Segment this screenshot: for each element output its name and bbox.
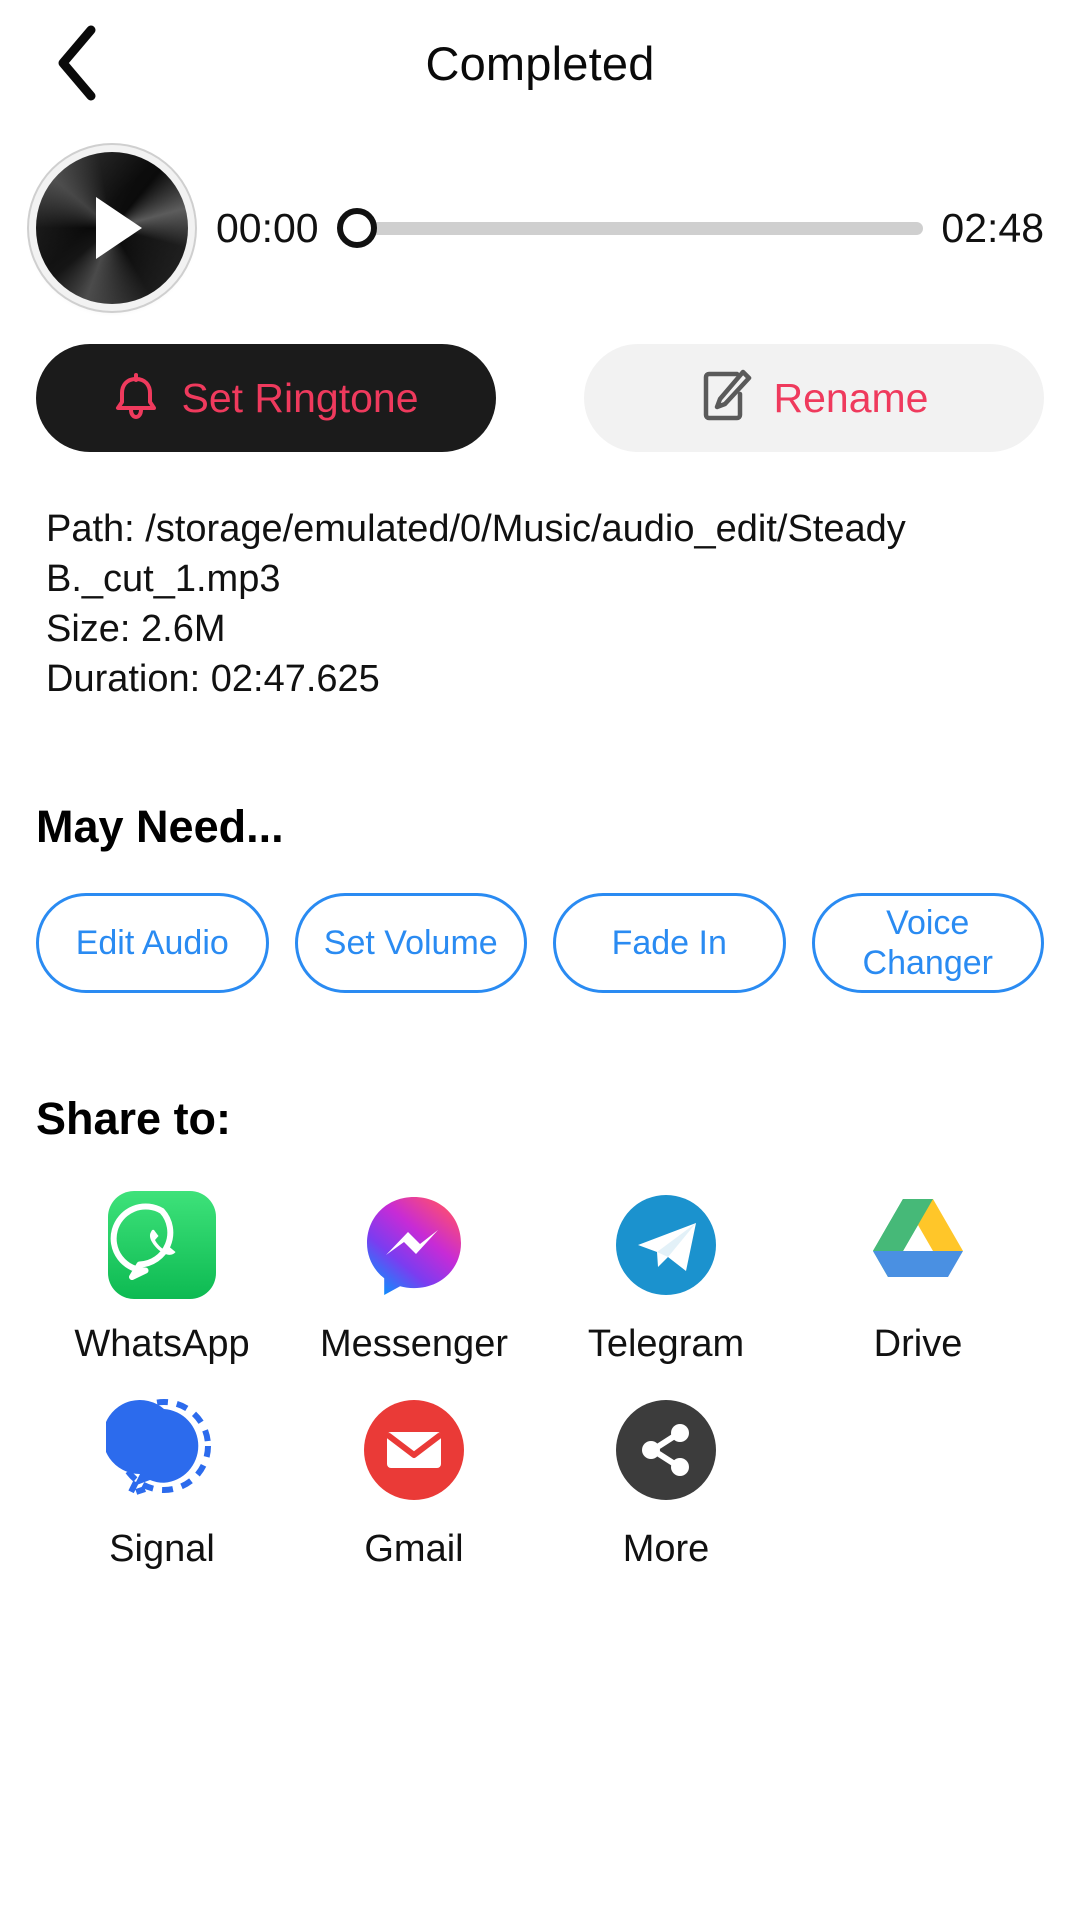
share-label: Signal	[109, 1527, 215, 1570]
seek-bar[interactable]	[336, 203, 924, 253]
app-header: Completed	[0, 0, 1080, 126]
share-label: Drive	[873, 1322, 963, 1365]
chip-label: Edit Audio	[75, 923, 229, 962]
play-button[interactable]	[36, 152, 188, 304]
chip-edit-audio[interactable]: Edit Audio	[36, 892, 269, 993]
current-time-label: 00:00	[216, 204, 319, 251]
signal-icon	[104, 1392, 220, 1508]
share-label: More	[622, 1527, 710, 1570]
seek-track[interactable]	[370, 221, 924, 235]
share-label: WhatsApp	[74, 1322, 250, 1365]
share-target-grid: WhatsApp Messenger Telegram Drive Signal…	[0, 1187, 1080, 1571]
set-ringtone-button[interactable]: Set Ringtone	[36, 344, 496, 452]
edit-pencil-icon	[700, 368, 752, 429]
play-icon	[96, 197, 142, 259]
file-info-block: Path: /storage/emulated/0/Music/audio_ed…	[0, 504, 1080, 705]
share-item-messenger[interactable]: Messenger	[288, 1187, 540, 1366]
page-title: Completed	[425, 36, 655, 90]
file-duration: Duration: 02:47.625	[46, 658, 380, 701]
messenger-icon	[356, 1187, 472, 1303]
whatsapp-icon	[104, 1187, 220, 1303]
share-item-drive[interactable]: Drive	[792, 1187, 1044, 1366]
chip-set-volume[interactable]: Set Volume	[294, 892, 527, 993]
share-label: Messenger	[320, 1322, 508, 1365]
share-item-signal[interactable]: Signal	[36, 1392, 288, 1571]
bell-icon	[113, 370, 159, 427]
chip-label: Voice Changer	[862, 903, 993, 982]
gmail-icon	[356, 1392, 472, 1508]
share-to-title: Share to:	[36, 1092, 232, 1144]
seek-thumb[interactable]	[336, 208, 377, 248]
file-path-line-1: Path: /storage/emulated/0/Music/audio_ed…	[46, 508, 906, 550]
google-drive-icon	[860, 1187, 976, 1303]
share-item-telegram[interactable]: Telegram	[540, 1187, 792, 1366]
share-label: Gmail	[364, 1527, 464, 1570]
chip-fade-in[interactable]: Fade In	[553, 892, 786, 993]
may-need-title: May Need...	[36, 800, 284, 852]
chevron-left-icon	[51, 24, 103, 102]
share-nodes-icon	[608, 1392, 724, 1508]
share-item-gmail[interactable]: Gmail	[288, 1392, 540, 1571]
audio-player: 00:00 02:48	[0, 148, 1080, 308]
share-item-more[interactable]: More	[540, 1392, 792, 1571]
set-ringtone-label: Set Ringtone	[181, 374, 419, 421]
telegram-icon	[608, 1187, 724, 1303]
share-item-whatsapp[interactable]: WhatsApp	[36, 1187, 288, 1366]
file-size: Size: 2.6M	[46, 608, 226, 651]
chip-voice-changer[interactable]: Voice Changer	[811, 892, 1044, 993]
action-button-row: Set Ringtone Rename	[0, 344, 1080, 452]
file-path-line-2: B._cut_1.mp3	[46, 558, 281, 601]
chip-label: Fade In	[611, 923, 727, 962]
rename-label: Rename	[773, 374, 929, 421]
chip-label: Set Volume	[323, 923, 498, 962]
rename-button[interactable]: Rename	[584, 344, 1044, 452]
may-need-chip-row: Edit Audio Set Volume Fade In Voice Chan…	[0, 892, 1080, 993]
share-label: Telegram	[587, 1322, 745, 1365]
back-button[interactable]	[38, 24, 116, 102]
total-time-label: 02:48	[941, 204, 1044, 251]
